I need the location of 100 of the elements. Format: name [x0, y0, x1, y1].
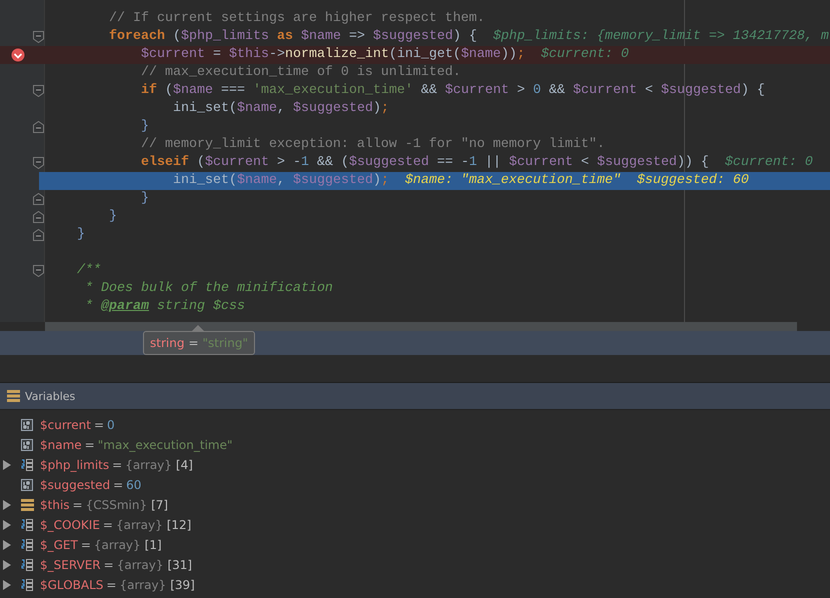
variable: $name — [172, 83, 213, 98]
doc-tag: @param — [101, 299, 149, 314]
variable: $current — [508, 155, 573, 170]
code-text: ) { — [452, 29, 477, 44]
code-text: && — [420, 83, 438, 98]
variable: $name — [236, 173, 277, 188]
variable-name: $_COOKIE — [40, 518, 100, 532]
code-text: = — [212, 47, 222, 62]
child-count: [31] — [167, 558, 192, 572]
brace: } — [108, 209, 117, 224]
code-text: ) — [372, 101, 381, 116]
expand-arrow-icon[interactable] — [2, 460, 11, 470]
list-icon — [7, 390, 20, 402]
expand-arrow-icon[interactable] — [2, 560, 11, 570]
code-text: === — [220, 83, 246, 98]
code-text: , — [276, 101, 286, 116]
array-icon — [21, 519, 34, 531]
equals-sign: = — [113, 478, 124, 492]
doc-comment: string $css — [156, 299, 245, 314]
inline-value-hint: $current: 0 — [540, 47, 629, 62]
code-text: ( — [164, 83, 173, 98]
variable-value: {CSSmin} — [86, 498, 148, 512]
child-count: [1] — [144, 538, 162, 552]
variable-name: $php_limits — [40, 458, 110, 472]
code-punctuation: ; — [516, 47, 525, 62]
variable: $suggested — [292, 173, 373, 188]
code-text: ini_set( — [172, 101, 237, 116]
expand-arrow-icon[interactable] — [2, 540, 11, 550]
number-type-icon — [21, 419, 34, 431]
panel-title: Variables — [25, 390, 76, 402]
inline-value-hint: $php_limits: {memory_limit => 134217728, m — [492, 29, 829, 44]
code-text: > — [516, 83, 526, 98]
code-text: )) { — [676, 155, 709, 170]
variable-name: $name — [40, 438, 82, 452]
code-text: ( — [196, 155, 205, 170]
variable-value: 0 — [107, 418, 115, 432]
variable-name: string — [150, 336, 184, 350]
variable: $suggested — [660, 83, 741, 98]
code-comment: // If current settings are higher respect them. — [108, 11, 485, 26]
array-icon — [21, 559, 34, 571]
code-text: (ini_get( — [388, 47, 461, 62]
code-text: , — [276, 173, 286, 188]
code-comment: // memory_limit exception: allow -1 for "no memory limit". — [140, 137, 605, 152]
variable: $php_limits — [180, 29, 269, 44]
variable-value: {array} — [116, 558, 164, 572]
equals-sign: = — [104, 558, 114, 572]
number-literal: 1 — [468, 155, 477, 170]
variable-name: $GLOBALS — [40, 578, 104, 592]
keyword: as — [276, 29, 294, 44]
equals-sign: = — [188, 336, 199, 350]
scrollbar-thumb[interactable] — [45, 322, 797, 331]
variable: $name — [236, 101, 277, 116]
doc-comment: * — [84, 299, 94, 314]
child-count: [12] — [166, 518, 192, 532]
child-count: [4] — [176, 458, 193, 472]
code-comment: // max_execution_time of 0 is unlimited. — [140, 65, 461, 80]
variable-name: $_SERVER — [40, 558, 101, 572]
variable: $suggested — [596, 155, 677, 170]
equals-sign: = — [94, 418, 104, 432]
equals-sign: = — [80, 538, 91, 552]
variable-name: $this — [40, 498, 70, 512]
equals-sign: = — [112, 458, 122, 472]
variable-value: {array} — [94, 538, 141, 552]
brace: } — [76, 227, 85, 242]
inline-value-hint: $name: "max_execution_time" $suggested: 60 — [404, 173, 749, 188]
code-text: => — [348, 29, 366, 44]
variable: $suggested — [292, 101, 373, 116]
code-text: )) — [500, 47, 517, 62]
variable-value: "max_execution_time" — [98, 438, 233, 452]
equals-sign: = — [84, 438, 95, 452]
variable-value: {array} — [116, 518, 163, 532]
string-literal: 'max_execution_time' — [252, 83, 413, 98]
code-text: == - — [436, 155, 469, 170]
number-literal: 1 — [300, 155, 309, 170]
variable: $name — [300, 29, 341, 44]
array-icon — [21, 459, 34, 471]
variable: $this — [228, 47, 269, 62]
inline-value-hint: $current: 0 — [724, 155, 813, 170]
code-punctuation: ; — [380, 173, 389, 188]
number-type-icon — [21, 439, 34, 451]
equals-sign: = — [106, 578, 116, 592]
variable-value: {array} — [119, 578, 166, 592]
expand-arrow-icon[interactable] — [2, 500, 11, 510]
doc-comment: * Does bulk of the minification — [84, 281, 333, 296]
code-text: || — [484, 155, 502, 170]
object-icon — [21, 499, 34, 511]
variable-name: $current — [40, 418, 91, 432]
expand-arrow-icon[interactable] — [2, 580, 11, 590]
code-text: < — [644, 83, 654, 98]
array-icon — [21, 539, 34, 551]
expand-arrow-icon[interactable] — [2, 520, 11, 530]
child-count: [7] — [151, 498, 168, 512]
variable: $current — [204, 155, 269, 170]
code-text: ini_set( — [172, 173, 237, 188]
variable-value: 60 — [126, 478, 142, 492]
variable-value: {array} — [125, 458, 172, 472]
code-text: > - — [276, 155, 301, 170]
variable: $suggested — [372, 29, 453, 44]
code-text: -> — [268, 47, 285, 62]
brace: } — [140, 191, 149, 206]
